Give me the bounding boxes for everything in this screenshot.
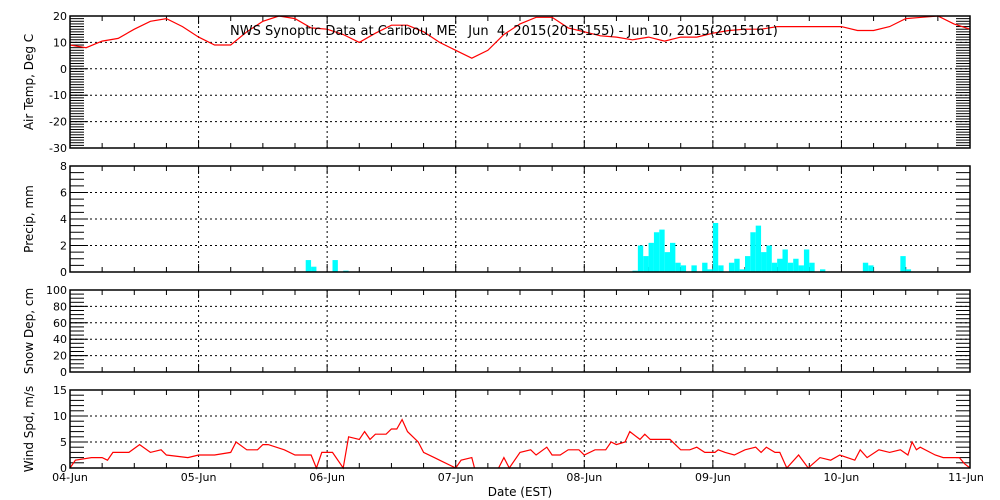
precip-bar — [734, 258, 740, 272]
x-tick-label: 06-Jun — [309, 471, 345, 484]
precip-bar — [305, 260, 312, 272]
panel-2: 0 20 40 60 80 100 — [46, 284, 971, 379]
y-tick-label: 80 — [53, 300, 67, 313]
precip-bar — [761, 252, 767, 272]
y-axis-label-air-temp: Air Temp, Deg C — [22, 34, 36, 130]
y-tick-label: 0 — [60, 63, 67, 76]
precip-bar — [745, 256, 751, 272]
y-tick-label: 5 — [60, 436, 67, 449]
precip-bar — [718, 265, 724, 272]
panel-frame — [69, 289, 971, 373]
y-tick-label: -30 — [49, 142, 67, 155]
y-axis-label-precip: Precip, mm — [22, 185, 36, 253]
y-tick-label: 20 — [53, 10, 67, 23]
y-tick-label: 60 — [53, 317, 67, 330]
precip-bar — [643, 256, 649, 272]
precip-bar — [653, 232, 660, 272]
y-tick-label: 10 — [53, 410, 67, 423]
precip-bar — [680, 265, 687, 272]
y-tick-label: 15 — [53, 384, 67, 397]
chart-title: NWS Synoptic Data at Caribou, ME Jun 4, … — [230, 24, 778, 39]
precip-bar — [311, 266, 317, 272]
precip-bar — [900, 256, 906, 272]
precip-bar — [659, 229, 665, 272]
y-axis-label-snow-depth: Snow Dep, cm — [22, 288, 36, 374]
precip-bar — [868, 265, 874, 272]
nws-synoptic-chart: -30-20-100102002468020406080100051015 NW… — [22, 10, 984, 499]
x-tick-label: 09-Jun — [695, 471, 731, 484]
precip-bar — [675, 262, 681, 272]
precip-bar — [809, 262, 815, 272]
precip-bar — [691, 265, 697, 272]
y-tick-label: 40 — [53, 333, 67, 346]
x-tick-label: 04-Jun — [52, 471, 88, 484]
precip-bar — [332, 260, 338, 272]
plot-area: -30-20-100102002468020406080100051015 — [46, 10, 971, 475]
precip-bar — [728, 262, 735, 272]
precip-bar — [712, 222, 719, 272]
x-tick-label: 08-Jun — [566, 471, 602, 484]
y-tick-label: 0 — [60, 366, 67, 379]
precip-bar — [793, 258, 799, 272]
precip-bar — [787, 262, 794, 272]
y-tick-label: 20 — [53, 350, 67, 363]
x-axis-label: Date (EST) — [488, 485, 552, 499]
panel-3: 051015 — [53, 384, 971, 475]
y-tick-label: 0 — [60, 266, 67, 279]
precip-bar — [766, 245, 772, 272]
y-tick-label: -10 — [49, 89, 67, 102]
precip-bar — [771, 262, 778, 272]
precip-bar — [862, 262, 869, 272]
precip-bar — [777, 258, 783, 272]
y-tick-label: 100 — [46, 284, 67, 297]
precip-bar — [755, 225, 762, 272]
y-tick-label: -20 — [49, 116, 67, 129]
y-tick-label: 8 — [60, 160, 67, 173]
precip-bar — [648, 242, 654, 272]
y-tick-label: 4 — [60, 213, 67, 226]
y-axis-label-wind-speed: Wind Spd, m/s — [22, 386, 36, 472]
y-tick-label: 2 — [60, 240, 67, 253]
data-line — [498, 430, 971, 470]
data-line — [69, 418, 476, 470]
x-tick-label: 11-Jun — [948, 471, 984, 484]
x-tick-label: 10-Jun — [824, 471, 860, 484]
panel-frame — [69, 389, 971, 469]
precip-bar — [664, 252, 670, 272]
y-tick-label: 6 — [60, 187, 67, 200]
precip-bar — [803, 249, 810, 272]
precip-bar — [637, 245, 644, 272]
precip-bar — [798, 265, 804, 272]
panel-1: 0 2 4 6 8 — [60, 160, 971, 279]
precip-bar — [750, 232, 756, 272]
precip-bar — [670, 242, 676, 272]
y-tick-label: 10 — [53, 36, 67, 49]
precip-bar — [702, 262, 708, 272]
x-tick-label: 05-Jun — [181, 471, 217, 484]
precip-bar — [782, 249, 788, 272]
x-tick-label: 07-Jun — [438, 471, 474, 484]
